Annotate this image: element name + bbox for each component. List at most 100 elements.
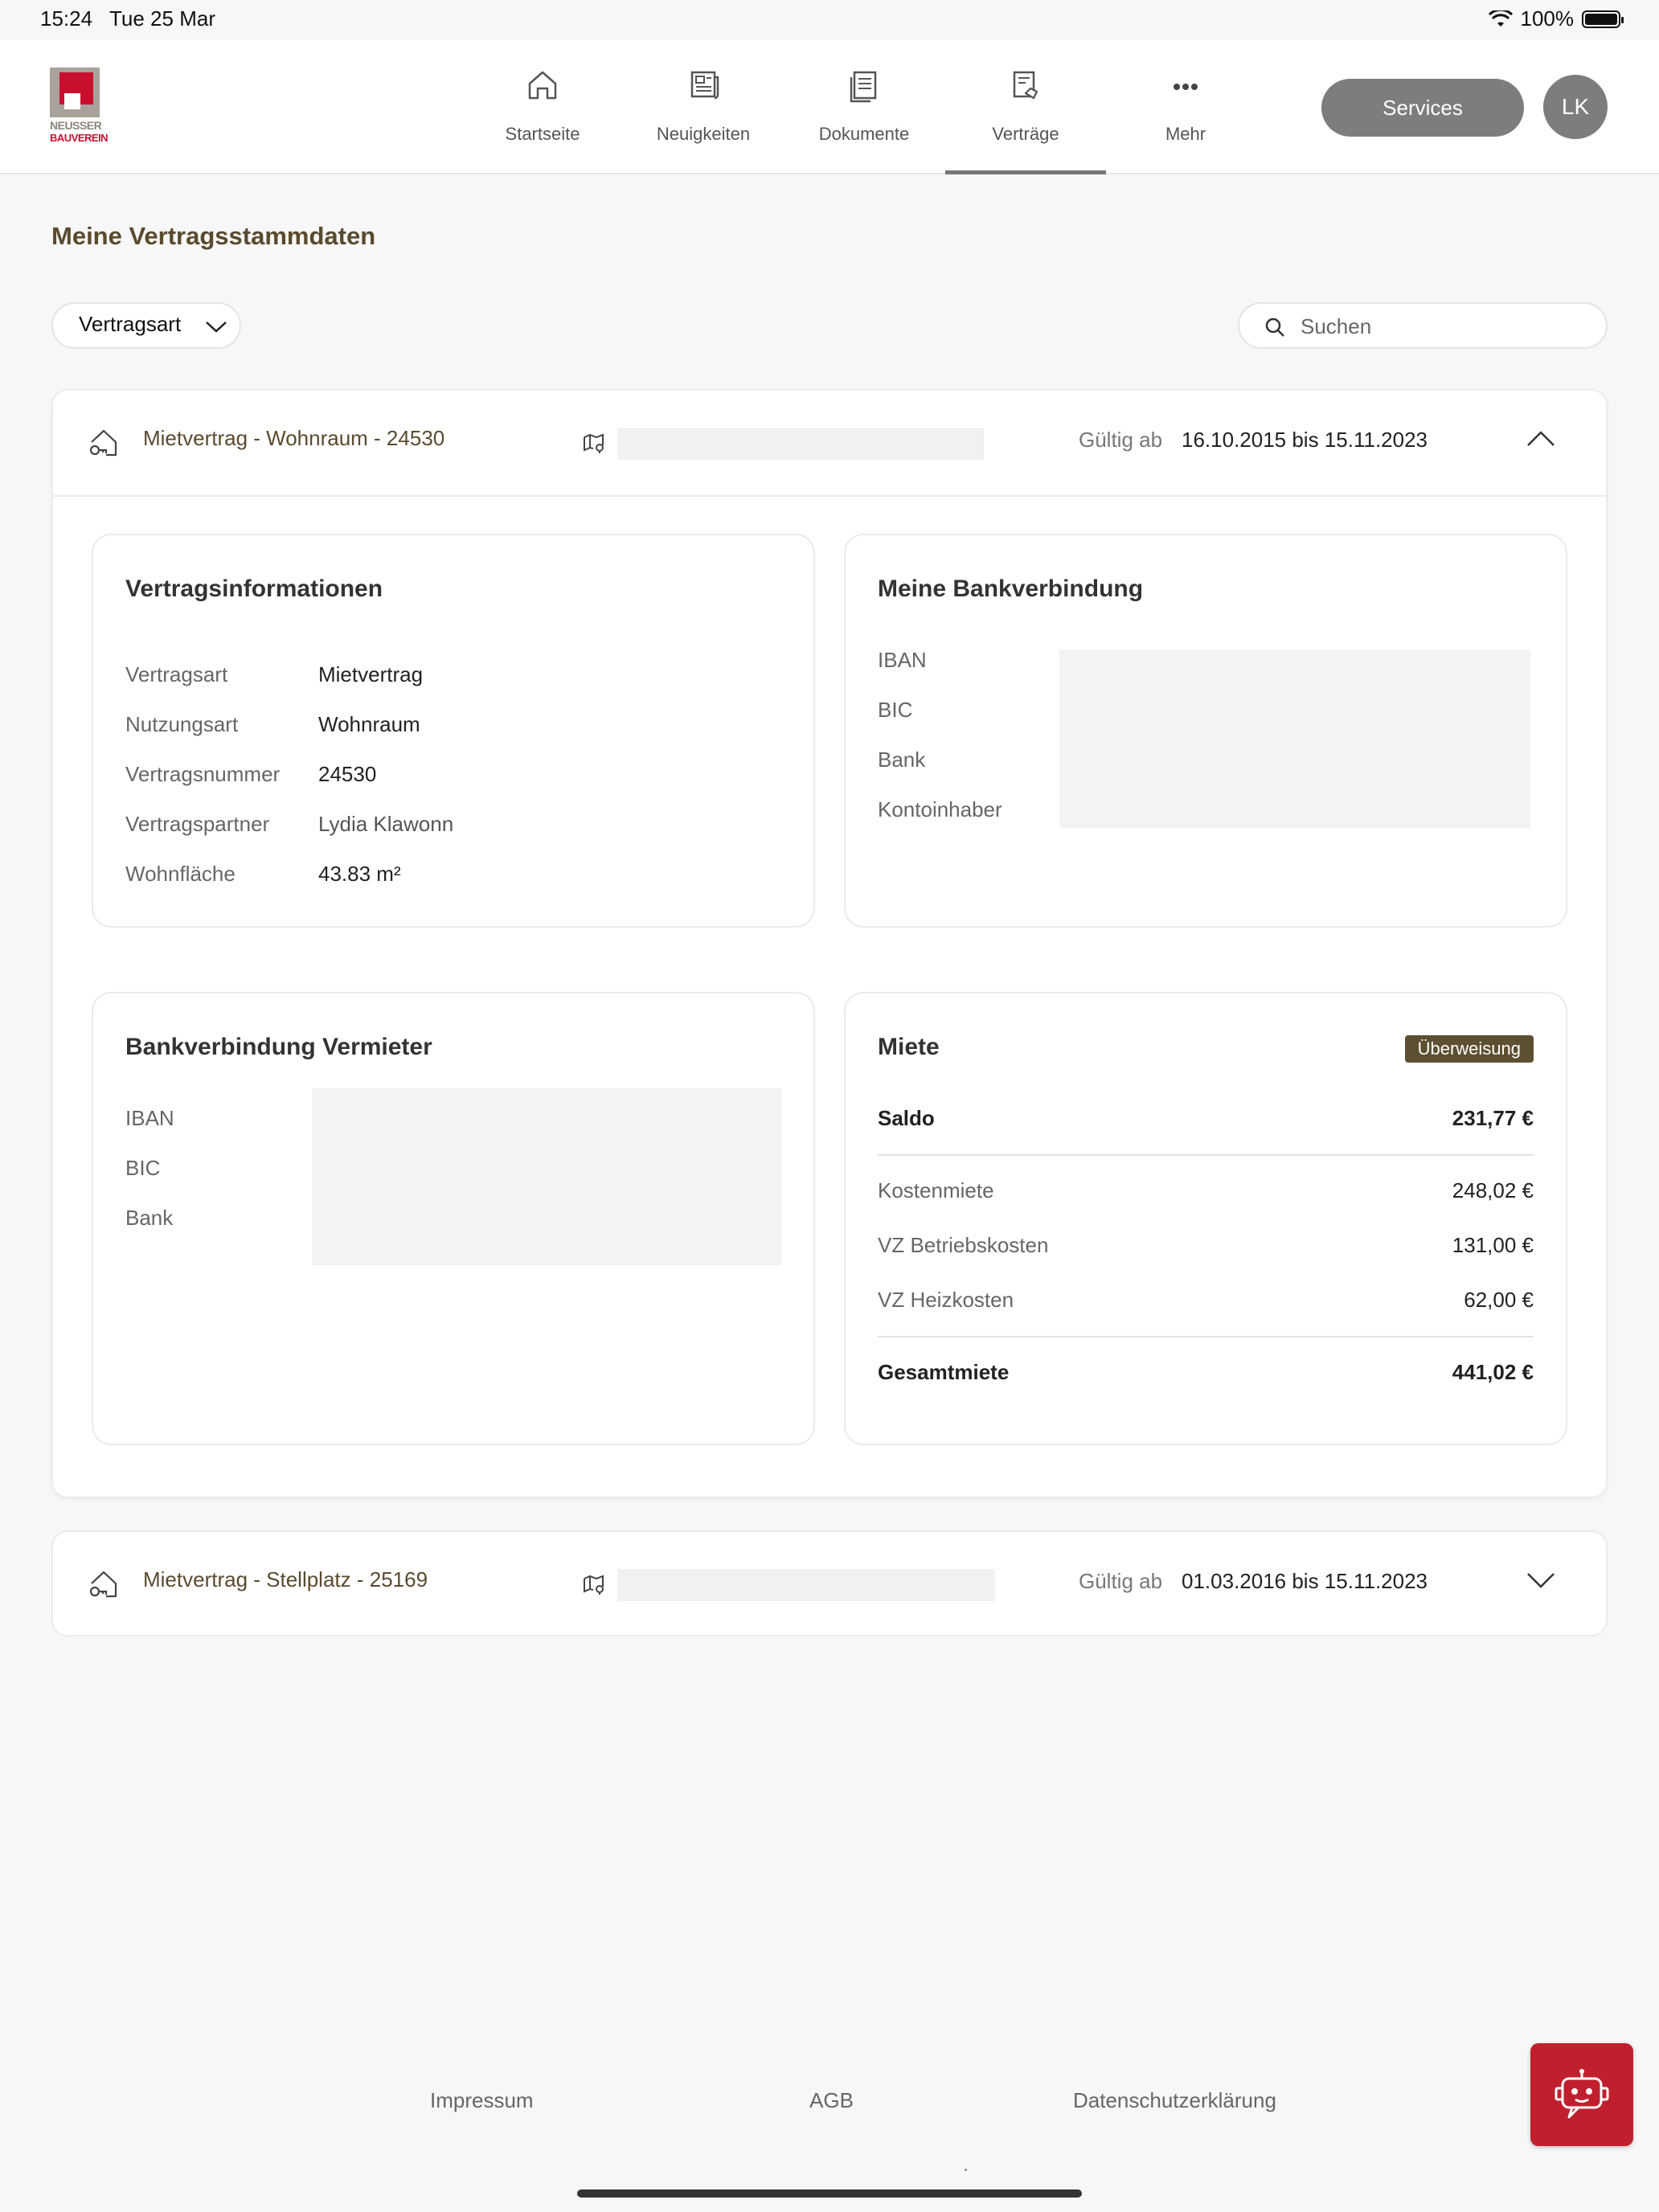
nav-neuigkeiten[interactable]: Neuigkeiten: [623, 40, 784, 173]
neusser-bauverein-logo[interactable]: NEUSSER BAUVEREIN: [50, 68, 109, 144]
search-input[interactable]: [1299, 312, 1591, 341]
footer-agb-link[interactable]: AGB: [809, 2088, 854, 2113]
footer-datenschutz-link[interactable]: Datenschutzerklärung: [1073, 2088, 1276, 2113]
my-bank-panel: Meine Bankverbindung IBAN BIC Bank Konto…: [844, 534, 1567, 928]
rent-item-value: 248,02 €: [1452, 1178, 1534, 1202]
bank-details-redacted: [1059, 649, 1530, 828]
footer-impressum-link[interactable]: Impressum: [430, 2088, 534, 2113]
wifi-icon: [1488, 10, 1513, 27]
chevron-down-icon[interactable]: [1526, 1571, 1556, 1590]
status-time: 15:24: [40, 6, 93, 31]
chevron-down-icon: [206, 322, 227, 333]
info-value: 24530: [318, 762, 377, 786]
rent-heading: Miete: [878, 1034, 940, 1060]
house-key-icon: [89, 429, 117, 457]
info-value: Lydia Klawonn: [318, 812, 454, 836]
more-icon: [1174, 84, 1198, 90]
valid-range: 01.03.2016 bis 15.11.2023: [1182, 1569, 1428, 1593]
valid-from-label: Gültig ab: [1079, 428, 1163, 452]
contract-card[interactable]: Mietvertrag - Stellplatz - 25169 Gültig …: [51, 1530, 1608, 1636]
rent-item-value: 62,00 €: [1464, 1288, 1534, 1312]
contract-title: Mietvertrag - Wohnraum - 24530: [143, 426, 445, 450]
status-date: Tue 25 Mar: [109, 6, 215, 31]
nav-vertraege[interactable]: Verträge: [945, 40, 1106, 174]
landlord-bank-heading: Bankverbindung Vermieter: [125, 1034, 432, 1060]
contract-info-heading: Vertragsinformationen: [125, 576, 383, 602]
battery-percent: 100%: [1520, 6, 1575, 31]
my-bank-heading: Meine Bankverbindung: [878, 576, 1144, 602]
contract-title: Mietvertrag - Stellplatz - 25169: [143, 1567, 428, 1591]
services-button[interactable]: Services: [1321, 79, 1524, 137]
bank-label: IBAN: [878, 648, 927, 672]
info-label: Wohnfläche: [125, 862, 236, 886]
nav-label: Mehr: [1165, 124, 1206, 144]
robot-icon: [1555, 2069, 1609, 2119]
saldo-value: 231,77 €: [1452, 1106, 1534, 1130]
logo-line2: BAUVEREIN: [50, 132, 109, 144]
chevron-up-icon[interactable]: [1526, 429, 1556, 449]
nav-label: Verträge: [992, 124, 1059, 144]
bank-label: BIC: [125, 1156, 161, 1180]
rent-item-label: VZ Heizkosten: [878, 1288, 1014, 1312]
house-key-icon: [89, 1571, 117, 1598]
landlord-bank-redacted: [312, 1088, 781, 1265]
valid-from-label: Gültig ab: [1079, 1569, 1163, 1593]
filter-label: Vertragsart: [79, 312, 182, 336]
map-pin-icon: [584, 433, 604, 453]
address-redacted: [617, 428, 984, 460]
contract-card: Mietvertrag - Wohnraum - 24530 Gültig ab…: [51, 389, 1608, 1498]
info-label: Vertragsnummer: [125, 762, 281, 786]
info-value: Mietvertrag: [318, 662, 424, 686]
status-bar: 15:24 Tue 25 Mar 100%: [0, 0, 1659, 40]
divider: [878, 1154, 1534, 1156]
bank-label: IBAN: [125, 1106, 174, 1130]
contract-type-filter[interactable]: Vertragsart: [51, 302, 241, 349]
landlord-bank-panel: Bankverbindung Vermieter IBAN BIC Bank: [92, 992, 815, 1445]
nav-mehr[interactable]: Mehr: [1105, 40, 1266, 173]
bank-label: Bank: [878, 748, 926, 772]
status-right: 100%: [1488, 6, 1624, 31]
page-title: Meine Vertragsstammdaten: [51, 222, 376, 250]
info-value: 43.83 m²: [318, 862, 401, 886]
bank-label: Bank: [125, 1206, 174, 1230]
nav-dokumente[interactable]: Dokumente: [784, 40, 944, 173]
saldo-label: Saldo: [878, 1106, 935, 1130]
info-label: Nutzungsart: [125, 712, 239, 736]
chatbot-button[interactable]: [1530, 2043, 1633, 2146]
total-rent-label: Gesamtmiete: [878, 1360, 1010, 1384]
info-value: Wohnraum: [318, 712, 420, 736]
contract-info-panel: Vertragsinformationen Vertragsart Mietve…: [92, 534, 815, 928]
page-indicator-dot: [965, 2169, 967, 2171]
bank-label: Kontoinhaber: [878, 797, 1002, 821]
document-icon: [850, 71, 877, 103]
nav-label: Neuigkeiten: [656, 124, 751, 144]
info-label: Vertragsart: [125, 662, 228, 686]
search-icon: [1265, 317, 1284, 337]
avatar[interactable]: LK: [1543, 75, 1608, 139]
contract-header[interactable]: Mietvertrag - Stellplatz - 25169 Gültig …: [53, 1532, 1606, 1636]
contract-header[interactable]: Mietvertrag - Wohnraum - 24530 Gültig ab…: [53, 391, 1606, 497]
divider: [878, 1336, 1534, 1337]
rent-item-label: Kostenmiete: [878, 1178, 994, 1202]
rent-item-label: VZ Betriebskosten: [878, 1233, 1049, 1257]
search-box[interactable]: [1238, 302, 1608, 349]
battery-icon: [1582, 10, 1624, 28]
address-redacted: [617, 1569, 995, 1601]
nav-label: Startseite: [505, 124, 580, 144]
logo-line1: NEUSSER: [50, 119, 102, 132]
nav-label: Dokumente: [818, 124, 910, 144]
home-icon: [528, 71, 557, 100]
rent-panel: Miete Überweisung Saldo 231,77 € Kostenm…: [844, 992, 1567, 1445]
rent-item-value: 131,00 €: [1452, 1233, 1534, 1257]
bank-label: BIC: [878, 698, 913, 722]
contract-icon: [1013, 71, 1038, 100]
nav-startseite[interactable]: Startseite: [462, 40, 623, 173]
map-pin-icon: [584, 1575, 604, 1595]
payment-method-badge: Überweisung: [1404, 1035, 1534, 1063]
total-rent-value: 441,02 €: [1452, 1360, 1534, 1384]
home-indicator[interactable]: [577, 2189, 1082, 2198]
valid-range: 16.10.2015 bis 15.11.2023: [1182, 428, 1428, 452]
info-label: Vertragspartner: [125, 812, 270, 836]
newspaper-icon: [690, 71, 719, 100]
app-header: NEUSSER BAUVEREIN Startseite Neuigkeiten…: [0, 40, 1659, 174]
